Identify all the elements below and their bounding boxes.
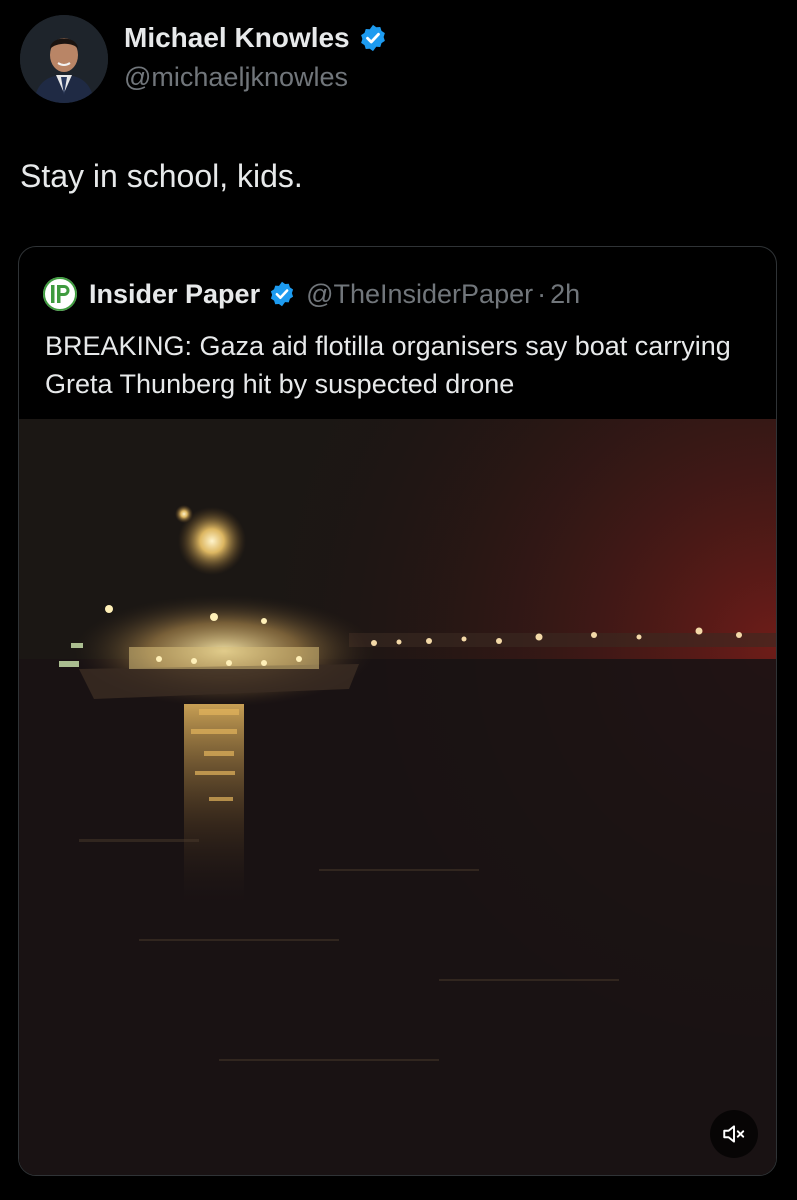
author-name[interactable]: Michael Knowles [124,22,388,54]
author-avatar-image [20,15,108,103]
quoted-author-avatar[interactable] [43,277,77,311]
video-frame [19,419,776,1175]
verified-badge-icon [270,281,294,307]
speaker-muted-icon [723,1125,745,1143]
quoted-tweet-header: Insider Paper @TheInsiderPaper · 2h [43,277,580,311]
quoted-timestamp[interactable]: 2h [550,279,580,310]
mute-button[interactable] [710,1110,758,1158]
quoted-tweet-video[interactable] [19,419,776,1175]
author-handle[interactable]: @michaeljknowles [124,62,348,93]
verified-badge-icon [360,24,385,52]
quoted-author-name[interactable]: Insider Paper [89,279,260,310]
separator-dot: · [537,278,547,309]
insider-paper-logo-icon [43,277,77,311]
quoted-tweet-card[interactable]: Insider Paper @TheInsiderPaper · 2h BREA… [18,246,777,1176]
tweet-text: Stay in school, kids. [20,158,303,194]
author-name-text: Michael Knowles [124,22,350,53]
quoted-tweet-text: BREAKING: Gaza aid flotilla organisers s… [45,331,731,399]
quoted-author-handle[interactable]: @TheInsiderPaper [306,279,533,310]
author-avatar[interactable] [20,15,108,103]
